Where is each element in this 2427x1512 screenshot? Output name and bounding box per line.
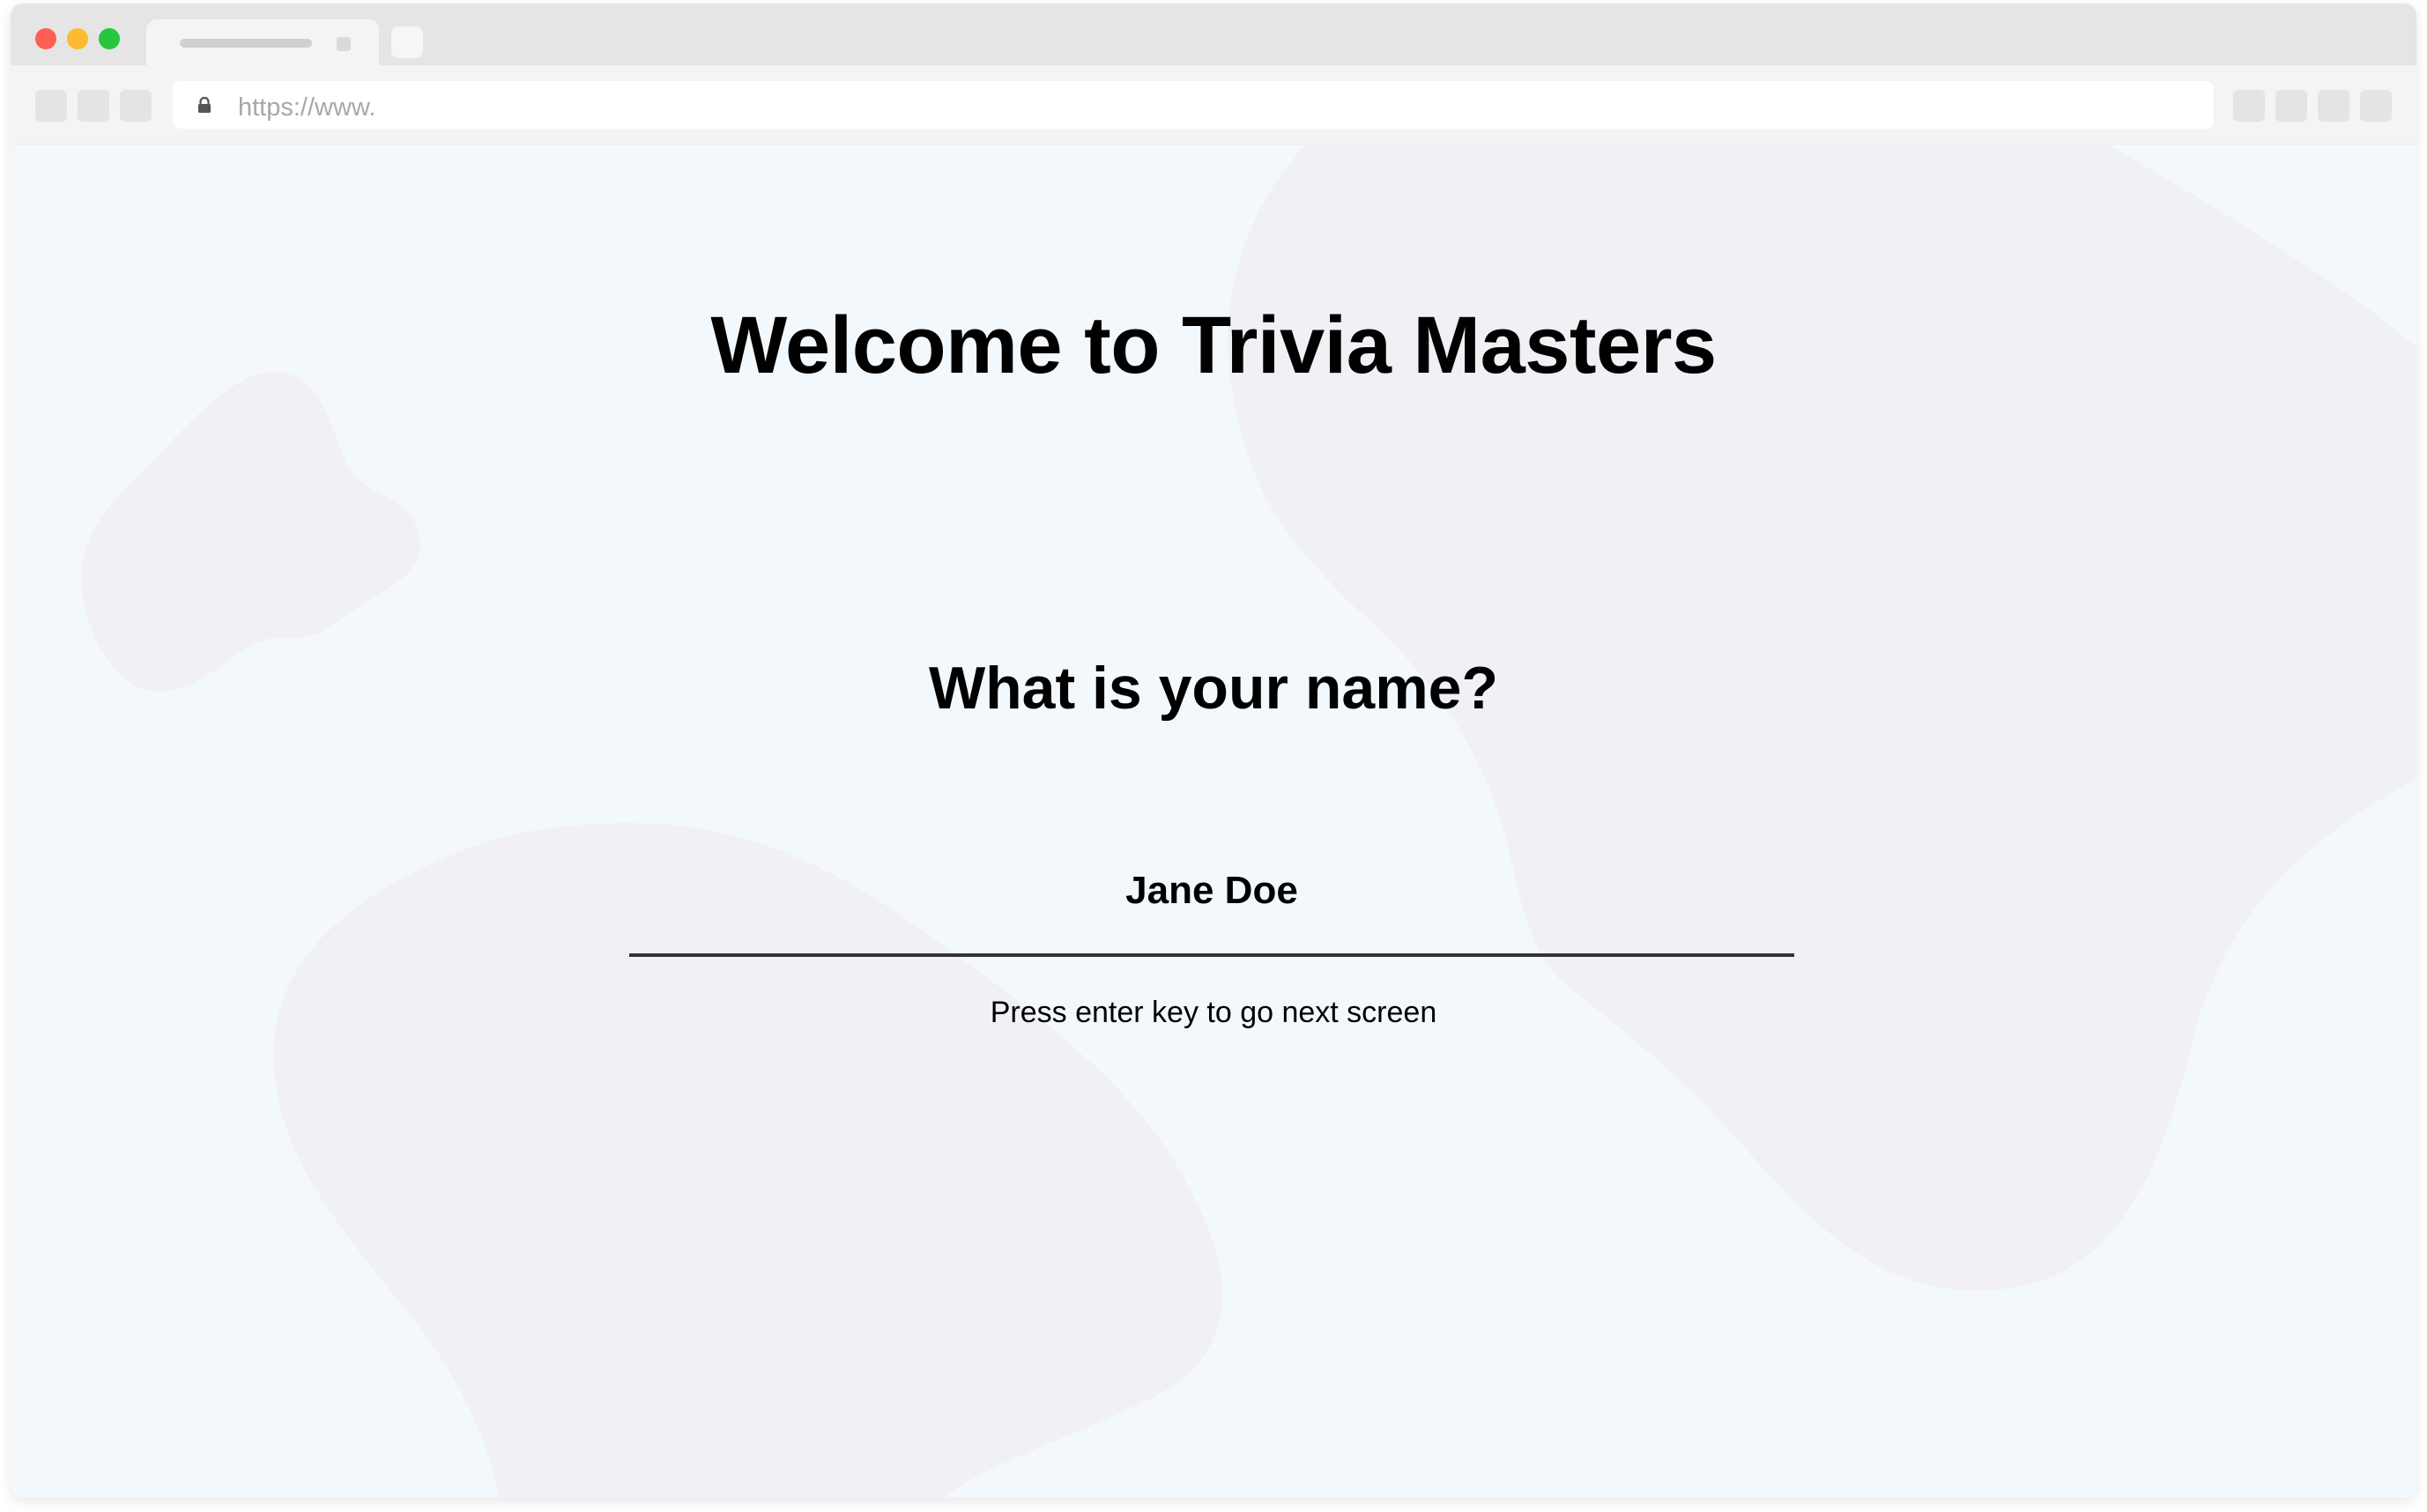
- name-input[interactable]: Jane Doe: [629, 851, 1794, 957]
- blob-left: [81, 372, 421, 693]
- menu-button[interactable]: [2360, 90, 2392, 122]
- tab-close-icon[interactable]: [337, 37, 351, 51]
- maximize-window-button[interactable]: [99, 28, 120, 49]
- minimize-window-button[interactable]: [67, 28, 88, 49]
- url-text: https://www.: [238, 93, 376, 122]
- name-input-value[interactable]: Jane Doe: [629, 869, 1794, 913]
- forward-button[interactable]: [78, 90, 109, 122]
- extension-button-1[interactable]: [2233, 90, 2265, 122]
- tab-strip: [11, 4, 2416, 65]
- browser-toolbar: https://www.: [11, 65, 2416, 145]
- address-bar[interactable]: https://www.: [173, 81, 2214, 129]
- page-title: Welcome to Trivia Masters: [710, 300, 1717, 390]
- lock-icon: [198, 96, 211, 113]
- back-button[interactable]: [35, 90, 67, 122]
- browser-tab[interactable]: [146, 19, 379, 65]
- page-content: Welcome to Trivia Masters What is your n…: [11, 145, 2416, 1498]
- close-window-button[interactable]: [35, 28, 56, 49]
- extension-button-2[interactable]: [2275, 90, 2307, 122]
- extension-button-3[interactable]: [2318, 90, 2349, 122]
- enter-hint: Press enter key to go next screen: [990, 996, 1437, 1029]
- new-tab-button[interactable]: [391, 26, 423, 58]
- tab-title-placeholder: [180, 39, 312, 48]
- name-question: What is your name?: [928, 655, 1499, 722]
- browser-window: https://www. Welcome to Trivia Masters W…: [11, 4, 2416, 1498]
- reload-button[interactable]: [120, 90, 152, 122]
